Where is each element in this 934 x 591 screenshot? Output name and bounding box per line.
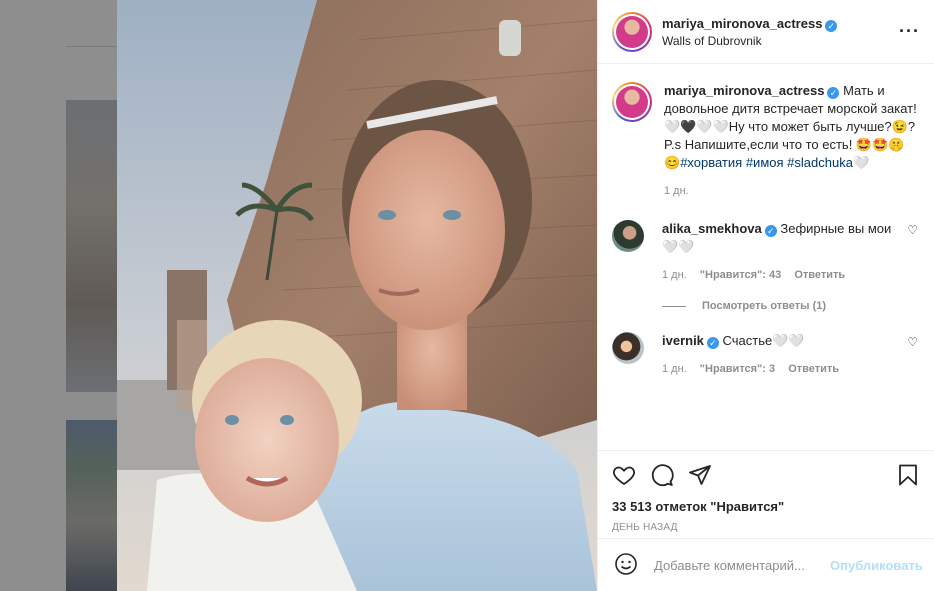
caption-trail: 🤍 (852, 155, 870, 170)
hashtag-link[interactable]: #хорватия (680, 155, 742, 170)
comment-likes[interactable]: "Нравится": 3 (700, 363, 775, 375)
caption-meta: 1 дн. (664, 182, 918, 200)
comment-text: Счастье🤍🤍 (722, 333, 805, 348)
comment-item: ivernik ✓ Счастье🤍🤍 1 дн. "Нравится": 3 О… (612, 332, 918, 378)
comment-body: ivernik ✓ Счастье🤍🤍 1 дн. "Нравится": 3 О… (662, 332, 918, 378)
post-side-panel: mariya_mironova_actress ✓ Walls of Dubrov… (597, 0, 934, 591)
caption-avatar[interactable] (612, 82, 652, 122)
photo-illustration (117, 0, 597, 591)
avatar[interactable] (612, 220, 644, 252)
likes-count[interactable]: 33 513 отметок "Нравится" (612, 499, 920, 514)
comment-time[interactable]: 1 дн. (662, 363, 687, 375)
comment-username[interactable]: alika_smekhova (662, 221, 762, 236)
comments-list: mariya_mironova_actress ✓ Мать и довольно… (598, 64, 934, 450)
avatar[interactable] (612, 332, 644, 364)
verified-badge-icon: ✓ (764, 225, 777, 237)
more-options-icon[interactable]: ··· (899, 21, 920, 42)
emoji-smiley-icon[interactable] (614, 552, 638, 579)
add-comment-bar: Опубликовать (598, 538, 934, 591)
like-comment-heart-icon[interactable]: ♡ (907, 223, 918, 237)
comment-likes[interactable]: "Нравится": 43 (700, 269, 781, 281)
comment-username[interactable]: ivernik (662, 333, 704, 348)
hashtag-link[interactable]: #имоя (746, 155, 784, 170)
comment-input[interactable] (654, 557, 830, 573)
comment-body: alika_smekhova ✓ Зефирные вы мои🤍🤍 1 дн. … (662, 220, 918, 284)
post-actions: 33 513 отметок "Нравится" ДЕНЬ НАЗАД (598, 450, 934, 538)
caption-username[interactable]: mariya_mironova_actress (664, 83, 824, 98)
avatar-border (614, 13, 650, 50)
avatar-border (614, 84, 650, 120)
avatar-image (616, 15, 648, 48)
hashtag-link[interactable]: #sladchuka (787, 155, 853, 170)
post-header: mariya_mironova_actress ✓ Walls of Dubrov… (598, 0, 934, 64)
avatar[interactable] (612, 11, 652, 52)
publish-comment-button[interactable]: Опубликовать (830, 558, 923, 573)
comment-time[interactable]: 1 дн. (662, 269, 687, 281)
like-heart-icon[interactable] (612, 463, 636, 490)
header-text: mariya_mironova_actress ✓ Walls of Dubrov… (662, 16, 899, 48)
comment-item: alika_smekhova ✓ Зефирные вы мои🤍🤍 1 дн. … (612, 220, 918, 284)
post-date[interactable]: ДЕНЬ НАЗАД (612, 522, 920, 533)
author-username[interactable]: mariya_mironova_actress (662, 16, 822, 31)
post-location[interactable]: Walls of Dubrovnik (662, 34, 899, 48)
action-icons (612, 461, 920, 491)
save-bookmark-icon[interactable] (896, 463, 920, 490)
post-photo[interactable] (117, 0, 597, 591)
view-replies-link[interactable]: Посмотреть ответы (1) (662, 300, 918, 312)
like-comment-heart-icon[interactable]: ♡ (907, 335, 918, 349)
caption-body: mariya_mironova_actress ✓ Мать и довольно… (664, 82, 918, 200)
verified-badge-icon: ✓ (827, 87, 840, 99)
caption-time[interactable]: 1 дн. (664, 185, 689, 197)
comment-bubble-icon[interactable] (650, 463, 674, 490)
reply-button[interactable]: Ответить (788, 363, 839, 375)
caption: mariya_mironova_actress ✓ Мать и довольно… (612, 82, 918, 200)
share-paper-plane-icon[interactable] (688, 463, 712, 490)
comment-meta: 1 дн. "Нравится": 43 Ответить (662, 266, 900, 284)
verified-badge-icon: ✓ (825, 19, 838, 32)
comment-meta: 1 дн. "Нравится": 3 Ответить (662, 360, 900, 378)
reply-button[interactable]: Ответить (794, 269, 845, 281)
post-modal: mariya_mironova_actress ✓ Walls of Dubrov… (117, 0, 934, 591)
avatar-image (616, 86, 648, 118)
verified-badge-icon: ✓ (706, 337, 719, 349)
view-replies-label: Посмотреть ответы (1) (702, 300, 827, 312)
replies-line (662, 305, 686, 307)
